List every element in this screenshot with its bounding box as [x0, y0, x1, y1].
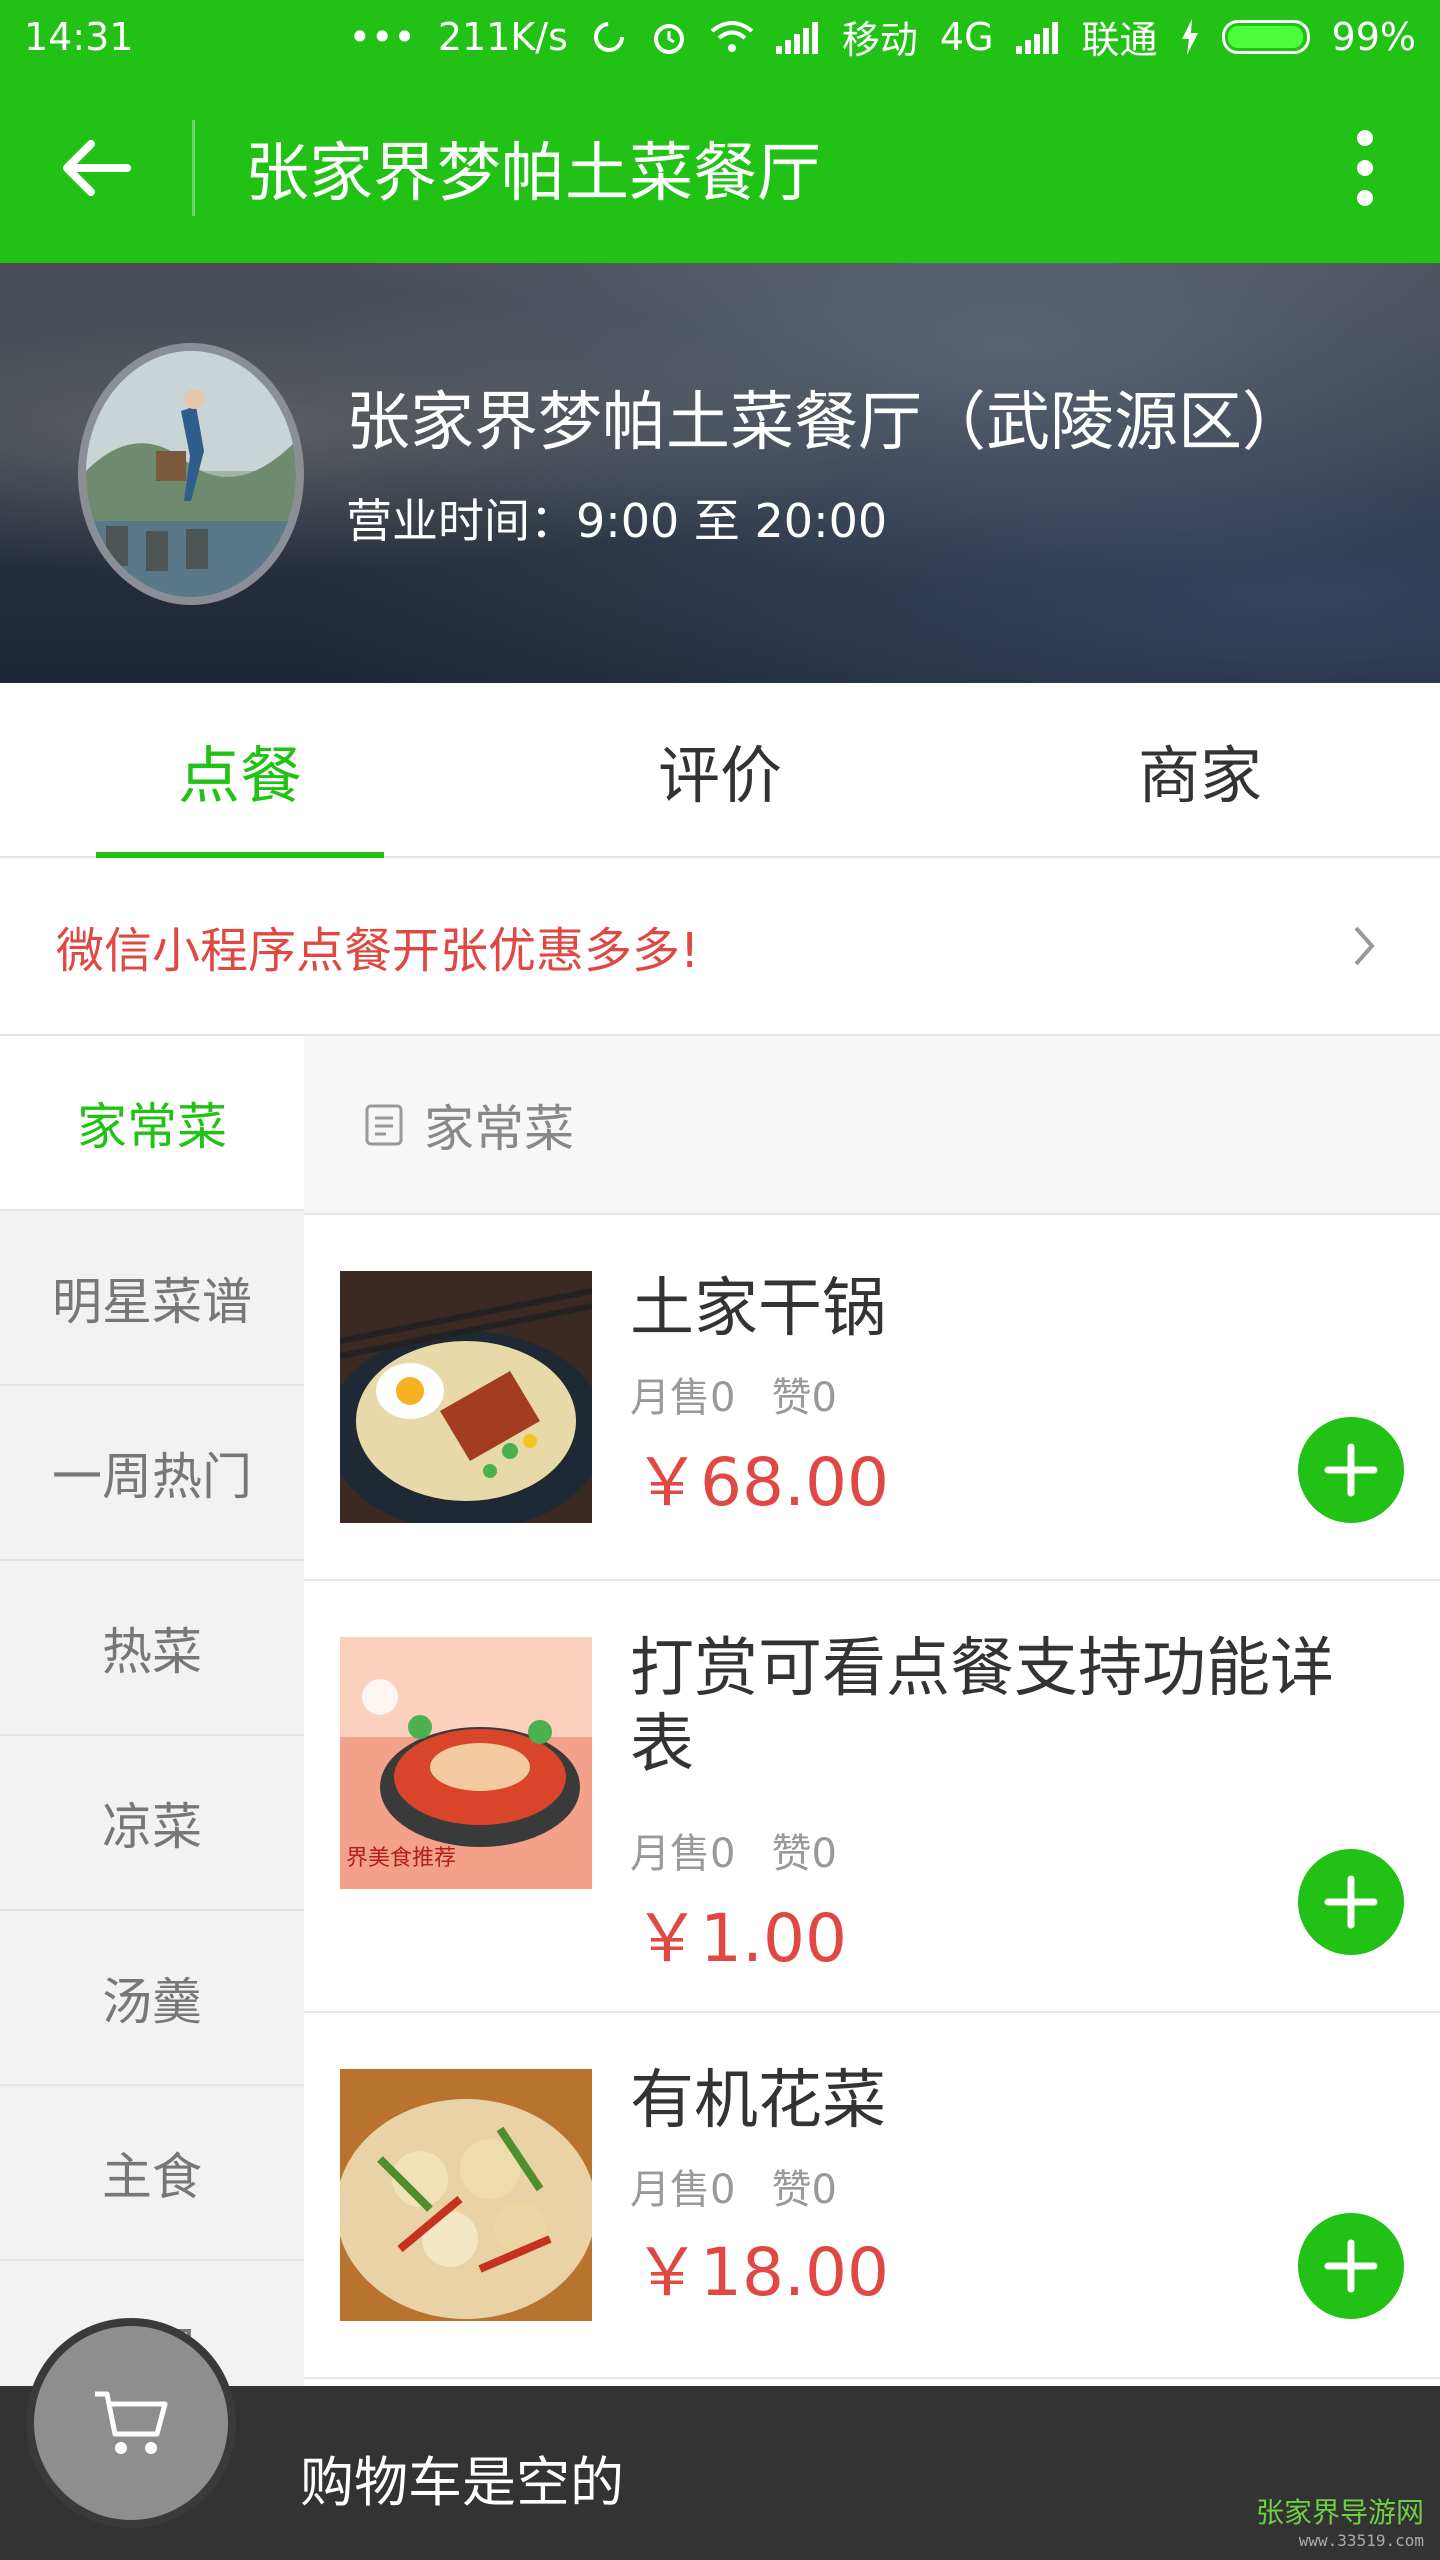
store-avatar[interactable]: [78, 343, 304, 605]
cart-button[interactable]: [34, 2326, 228, 2520]
title-bar: 张家界梦帕土菜餐厅: [0, 73, 1440, 263]
network-speed: 211K/s: [437, 14, 568, 59]
tab-reviews[interactable]: 评价: [480, 683, 960, 856]
plus-icon: [1324, 1443, 1378, 1497]
promo-notice-text: 微信小程序点餐开张优惠多多!: [56, 923, 700, 979]
more-dots-icon: •••: [348, 14, 416, 59]
category-item[interactable]: 一周热门: [0, 1386, 304, 1561]
title-divider: [192, 120, 195, 216]
menu-item[interactable]: 土家干锅 月售0 赞0 ￥68.00: [304, 1215, 1440, 1581]
watermark-url: www.33519.com: [1298, 2531, 1424, 2550]
charging-icon: [1180, 18, 1200, 55]
alarm-icon: [650, 18, 688, 56]
plus-icon: [1324, 2239, 1378, 2293]
cart-status-text: 购物车是空的: [300, 2451, 624, 2514]
dish-meta: 月售0 赞0: [630, 1365, 837, 1423]
category-item[interactable]: 主食: [0, 2086, 304, 2261]
section-title: 家常菜: [424, 1099, 574, 1158]
dish-price: ￥18.00: [634, 2234, 889, 2311]
dish-likes: 赞0: [771, 1831, 837, 1877]
dish-monthly-sales: 月售0: [630, 2167, 736, 2213]
dish-likes: 赞0: [771, 2167, 837, 2213]
page-title: 张家界梦帕土菜餐厅: [245, 137, 821, 211]
category-item[interactable]: 家常菜: [0, 1036, 304, 1211]
menu-item[interactable]: 有机花菜 月售0 赞0 ￥18.00: [304, 2013, 1440, 2379]
category-item[interactable]: 热菜: [0, 1561, 304, 1736]
dish-likes: 赞0: [771, 1375, 837, 1421]
tab-bar: 点餐 评价 商家: [0, 683, 1440, 858]
tab-merchant[interactable]: 商家: [960, 683, 1440, 856]
shopping-cart-icon: [95, 2391, 168, 2454]
dish-price: ￥68.00: [634, 1444, 889, 1521]
plus-icon: [1324, 1875, 1378, 1929]
dish-image: [340, 2069, 592, 2321]
tab-order[interactable]: 点餐: [0, 683, 480, 858]
network-type: 4G: [939, 14, 994, 59]
svg-text:界美食推荐: 界美食推荐: [346, 1846, 456, 1871]
section-header: 家常菜: [304, 1036, 1440, 1215]
sync-icon: [590, 18, 628, 56]
add-to-cart-button[interactable]: [1298, 1849, 1404, 1955]
store-hours: 营业时间：9:00 至 20:00: [346, 494, 888, 548]
menu-list-icon: [365, 1104, 403, 1145]
dish-meta: 月售0 赞0: [630, 1821, 837, 1879]
more-vertical-icon: [1357, 130, 1373, 206]
signal-icon: [1015, 20, 1060, 54]
watermark: 张家界导游网 www.33519.com: [1256, 2491, 1424, 2550]
category-item[interactable]: 汤羹: [0, 1911, 304, 2086]
dish-name: 土家干锅: [630, 1272, 886, 1346]
dish-monthly-sales: 月售0: [630, 1831, 736, 1877]
store-banner: 张家界梦帕土菜餐厅（武陵源区） 营业时间：9:00 至 20:00: [0, 263, 1440, 683]
menu-item[interactable]: 界美食推荐 打赏可看点餐支持功能详表 月售0 赞0 ￥1.00: [304, 1581, 1440, 2013]
dish-name: 有机花菜: [630, 2064, 886, 2138]
battery-icon: [1221, 19, 1310, 54]
dish-name: 打赏可看点餐支持功能详表: [630, 1632, 1334, 1782]
arrow-left-icon: [63, 140, 131, 196]
signal-icon: [775, 20, 820, 54]
wifi-icon: [710, 19, 754, 55]
dish-monthly-sales: 月售0: [630, 1375, 736, 1421]
promo-notice[interactable]: 微信小程序点餐开张优惠多多!: [0, 858, 1440, 1036]
watermark-text: 张家界导游网: [1255, 2496, 1424, 2529]
category-item[interactable]: 明星菜谱: [0, 1211, 304, 1386]
battery-percent: 99%: [1331, 14, 1416, 59]
more-menu-button[interactable]: [1290, 73, 1440, 263]
add-to-cart-button[interactable]: [1298, 2213, 1404, 2319]
chevron-right-icon: [1344, 916, 1384, 976]
category-sidebar: 家常菜 明星菜谱 一周热门 热菜 凉菜 汤羹 主食 饮品: [0, 1036, 304, 2386]
dish-meta: 月售0 赞0: [630, 2157, 837, 2215]
dish-price: ￥1.00: [634, 1900, 847, 1977]
carrier-1: 移动: [841, 18, 918, 62]
status-bar: 14:31 ••• 211K/s 移动 4G 联通 99%: [0, 0, 1440, 73]
carrier-2: 联通: [1081, 18, 1158, 62]
menu-list: 家常菜 土家干锅 月售0 赞0 ￥68.00 界美食推荐 打赏可看点餐支持功能详…: [304, 1036, 1440, 2386]
dish-image: 界美食推荐: [340, 1637, 592, 1889]
back-button[interactable]: [0, 73, 192, 263]
status-time: 14:31: [24, 14, 134, 59]
add-to-cart-button[interactable]: [1298, 1417, 1404, 1523]
store-name: 张家界梦帕土菜餐厅（武陵源区）: [346, 386, 1306, 460]
dish-image: [340, 1271, 592, 1523]
category-item[interactable]: 凉菜: [0, 1736, 304, 1911]
